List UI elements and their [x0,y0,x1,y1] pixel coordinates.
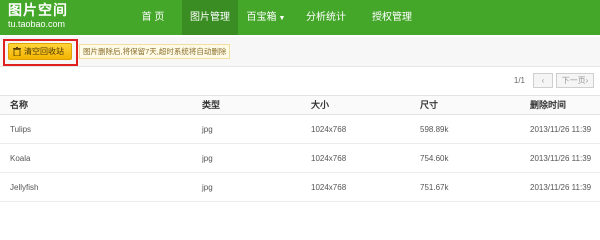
column-header-name[interactable]: 名称 [10,96,28,115]
cell-type: jpg [202,183,213,192]
cell-name: Koala [10,154,31,163]
recycle-bin-table: 名称 类型 大小 尺寸 删除时间 Tulips jpg 1024x768 598… [0,95,600,202]
clear-recycle-bin-button[interactable]: 清空回收站 [8,43,72,60]
column-header-type[interactable]: 类型 [202,96,220,115]
table-row[interactable]: Tulips jpg 1024x768 598.89k 2013/11/26 1… [0,115,600,144]
cell-deleted-at: 2013/11/26 11:39 [530,183,592,192]
top-nav-bar: 图片空间 tu.taobao.com 首 页 图片管理 百宝箱 ▼ 分析统计 授权… [0,0,600,35]
table-row[interactable]: Jellyfish jpg 1024x768 751.67k 2013/11/2… [0,173,600,202]
next-page-button[interactable]: 下一页› [556,72,594,88]
trash-icon [13,47,21,56]
cell-size: 1024x768 [311,154,347,163]
cell-size: 1024x768 [311,125,347,134]
clear-recycle-bin-label: 清空回收站 [24,47,64,56]
retention-notice: 图片删除后,将保留7天,超时系统将自动删除 [79,44,231,59]
prev-page-button[interactable]: ‹ [533,72,553,88]
action-bar: 清空回收站 图片删除后,将保留7天,超时系统将自动删除 [0,37,600,67]
nav-toolbox-label: 百宝箱 [246,12,277,23]
logo-title: 图片空间 [8,3,68,19]
nav-statistics[interactable]: 分析统计 [294,0,358,35]
logo-subtitle: tu.taobao.com [8,19,66,29]
column-header-deleted-at[interactable]: 删除时间 [530,96,566,115]
nav-home[interactable]: 首 页 [124,0,182,35]
column-header-dimension[interactable]: 尺寸 [420,96,438,115]
table-row[interactable]: Koala jpg 1024x768 754.60k 2013/11/26 11… [0,144,600,173]
cell-dimension: 754.60k [420,154,449,163]
cell-name: Tulips [10,125,32,134]
nav-authorization[interactable]: 授权管理 [358,0,426,35]
cell-type: jpg [202,154,213,163]
main-nav: 首 页 图片管理 百宝箱 ▼ 分析统计 授权管理 [124,0,426,35]
cell-deleted-at: 2013/11/26 11:39 [530,154,592,163]
chevron-down-icon: ▼ [278,15,286,22]
cell-name: Jellyfish [10,183,39,192]
pagination: 1/1 ‹ 下一页› [514,72,594,88]
cell-dimension: 751.67k [420,183,449,192]
page-count: 1/1 [513,75,525,85]
table-header: 名称 类型 大小 尺寸 删除时间 [0,95,600,115]
nav-toolbox[interactable]: 百宝箱 ▼ [238,0,294,35]
nav-image-management[interactable]: 图片管理 [182,0,238,35]
cell-deleted-at: 2013/11/26 11:39 [530,125,592,134]
cell-size: 1024x768 [311,183,347,192]
cell-type: jpg [202,125,213,134]
cell-dimension: 598.89k [420,125,449,134]
logo[interactable]: 图片空间 tu.taobao.com [8,3,86,33]
column-header-size[interactable]: 大小 [311,96,329,115]
